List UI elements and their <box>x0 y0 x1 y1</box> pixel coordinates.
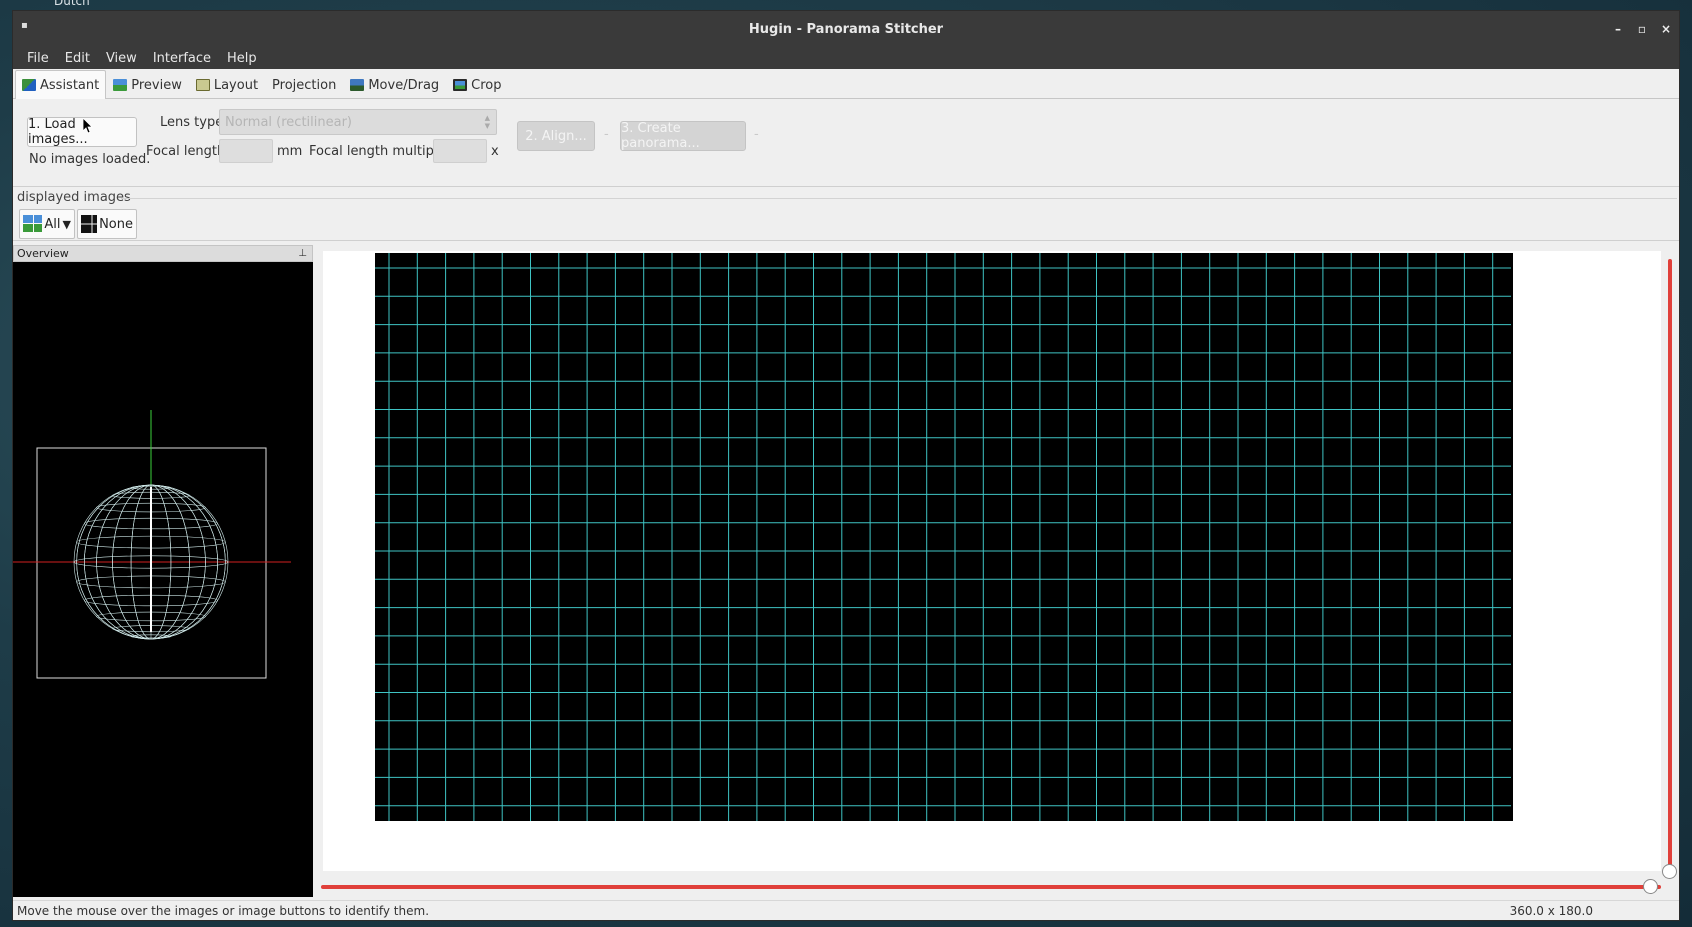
layout-icon <box>195 79 210 91</box>
tab-layout[interactable]: Layout <box>189 71 265 98</box>
vertical-fov-handle[interactable] <box>1662 864 1677 879</box>
horizontal-fov-slider[interactable] <box>321 885 1661 889</box>
maximize-icon[interactable]: ▫ <box>1635 22 1649 36</box>
menu-bar: File Edit View Interface Help <box>13 47 1679 69</box>
hugin-window: ▪ Hugin - Panorama Stitcher – ▫ × File E… <box>12 10 1680 921</box>
grid-background <box>375 253 1513 821</box>
show-none-label: None <box>99 216 133 232</box>
focal-length-input[interactable] <box>219 139 273 163</box>
equirect-grid[interactable] <box>375 253 1513 821</box>
preview-icon <box>113 79 128 91</box>
tab-move-drag-label: Move/Drag <box>368 77 440 93</box>
menu-view[interactable]: View <box>98 51 145 66</box>
tab-layout-label: Layout <box>213 77 259 93</box>
group-divider <box>121 198 1677 199</box>
status-bar: Move the mouse over the images or image … <box>13 900 1679 920</box>
menu-help[interactable]: Help <box>219 51 265 66</box>
load-images-button[interactable]: 1. Load images... <box>27 117 137 147</box>
move-drag-icon <box>350 79 365 91</box>
menu-edit[interactable]: Edit <box>57 51 98 66</box>
lens-type-value: Normal (rectilinear) <box>225 114 352 130</box>
lens-type-label: Lens type: <box>160 115 228 130</box>
tab-crop-label: Crop <box>471 77 502 93</box>
horizontal-fov-handle[interactable] <box>1643 879 1658 894</box>
focal-multiplier-unit: x <box>491 144 499 159</box>
focal-length-label: Focal length: <box>146 144 230 159</box>
minimize-icon[interactable]: – <box>1611 22 1625 36</box>
title-bar: ▪ Hugin - Panorama Stitcher – ▫ × <box>13 11 1679 47</box>
overview-title: Overview <box>17 247 69 260</box>
overview-header: Overview ⊥ <box>13 245 313 262</box>
step-separator-2: - <box>754 127 759 142</box>
tab-move-drag[interactable]: Move/Drag <box>343 71 446 98</box>
displayed-images-group: displayed images All ▼ None <box>13 187 1679 241</box>
displayed-images-title: displayed images <box>17 190 131 205</box>
assistant-panel: 1. Load images... No images loaded. Lens… <box>13 103 1679 187</box>
tab-preview-label: Preview <box>131 77 182 93</box>
close-icon[interactable]: × <box>1659 22 1673 36</box>
overview-panel[interactable]: Overview ⊥ <box>13 245 313 897</box>
desktop-label: Dutch <box>54 0 90 8</box>
window-title: Hugin - Panorama Stitcher <box>748 21 944 37</box>
step-separator: - <box>604 127 609 142</box>
tab-bar: Assistant Preview Layout Projection Move… <box>13 69 1679 99</box>
all-images-icon <box>23 215 43 232</box>
menu-interface[interactable]: Interface <box>145 51 219 66</box>
show-none-button[interactable]: None <box>77 209 137 239</box>
show-all-label: All <box>44 216 61 232</box>
load-status: No images loaded. <box>29 152 151 167</box>
overview-sphere-view[interactable] <box>13 262 291 896</box>
spin-arrows-icon: ▲ ▼ <box>484 114 490 130</box>
mouse-cursor-icon <box>83 118 93 134</box>
vertical-fov-slider[interactable] <box>1668 259 1672 869</box>
panorama-preview[interactable] <box>323 251 1661 871</box>
tab-projection[interactable]: Projection <box>265 71 343 98</box>
window-menu-icon[interactable]: ▪ <box>21 21 31 31</box>
crop-icon <box>453 79 468 91</box>
tab-crop[interactable]: Crop <box>446 71 508 98</box>
focal-length-unit: mm <box>277 144 303 159</box>
window-controls: – ▫ × <box>1611 11 1673 47</box>
assistant-icon <box>22 79 36 91</box>
tab-assistant-label: Assistant <box>40 77 100 93</box>
pin-icon[interactable]: ⊥ <box>298 246 307 261</box>
status-message: Move the mouse over the images or image … <box>17 904 430 918</box>
create-panorama-button[interactable]: 3. Create panorama... <box>620 121 746 151</box>
dropdown-arrow-icon: ▼ <box>62 217 71 231</box>
fov-readout: 360.0 x 180.0 <box>1509 904 1593 918</box>
show-all-button[interactable]: All ▼ <box>19 209 75 239</box>
focal-multiplier-input[interactable] <box>433 139 487 163</box>
tab-preview[interactable]: Preview <box>106 71 189 98</box>
menu-file[interactable]: File <box>19 51 57 66</box>
tab-assistant[interactable]: Assistant <box>15 70 107 99</box>
align-button[interactable]: 2. Align... <box>517 121 595 151</box>
lens-type-select[interactable]: Normal (rectilinear) ▲ ▼ <box>219 109 497 135</box>
tab-projection-label: Projection <box>272 77 337 93</box>
no-images-icon <box>81 215 98 233</box>
